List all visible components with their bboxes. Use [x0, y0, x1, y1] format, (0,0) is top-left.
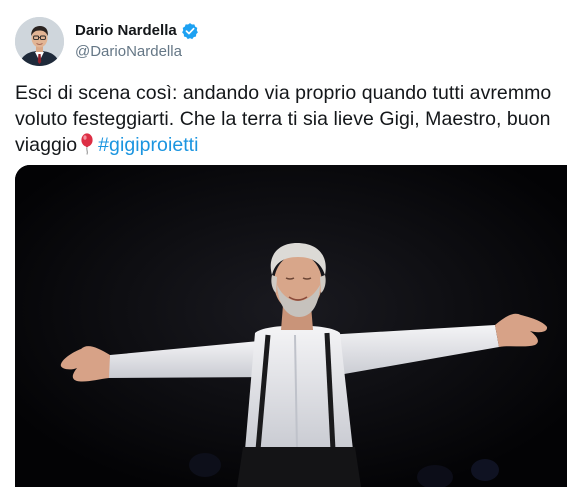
hashtag-link[interactable]: #gigiproietti	[98, 134, 198, 156]
tweet-header: Dario Nardella @DarioNardella	[15, 15, 199, 67]
stage-photo-man-arms-outstretched	[15, 165, 567, 487]
verified-badge-icon	[181, 22, 199, 40]
tweet-text: Esci di scena così: andando via proprio …	[15, 80, 555, 158]
author-display-name[interactable]: Dario Nardella	[75, 21, 177, 40]
tweet-body-text: Esci di scena così: andando via proprio …	[15, 82, 552, 156]
tweet-card: Dario Nardella @DarioNardella Esci di sc…	[0, 0, 567, 487]
name-row: Dario Nardella	[75, 21, 199, 40]
red-balloon-icon	[79, 133, 95, 155]
author-avatar[interactable]	[15, 16, 64, 66]
person-avatar-icon	[15, 16, 64, 66]
tweet-photo[interactable]	[15, 165, 567, 487]
author-handle[interactable]: @DarioNardella	[75, 42, 199, 61]
author-names: Dario Nardella @DarioNardella	[75, 21, 199, 61]
